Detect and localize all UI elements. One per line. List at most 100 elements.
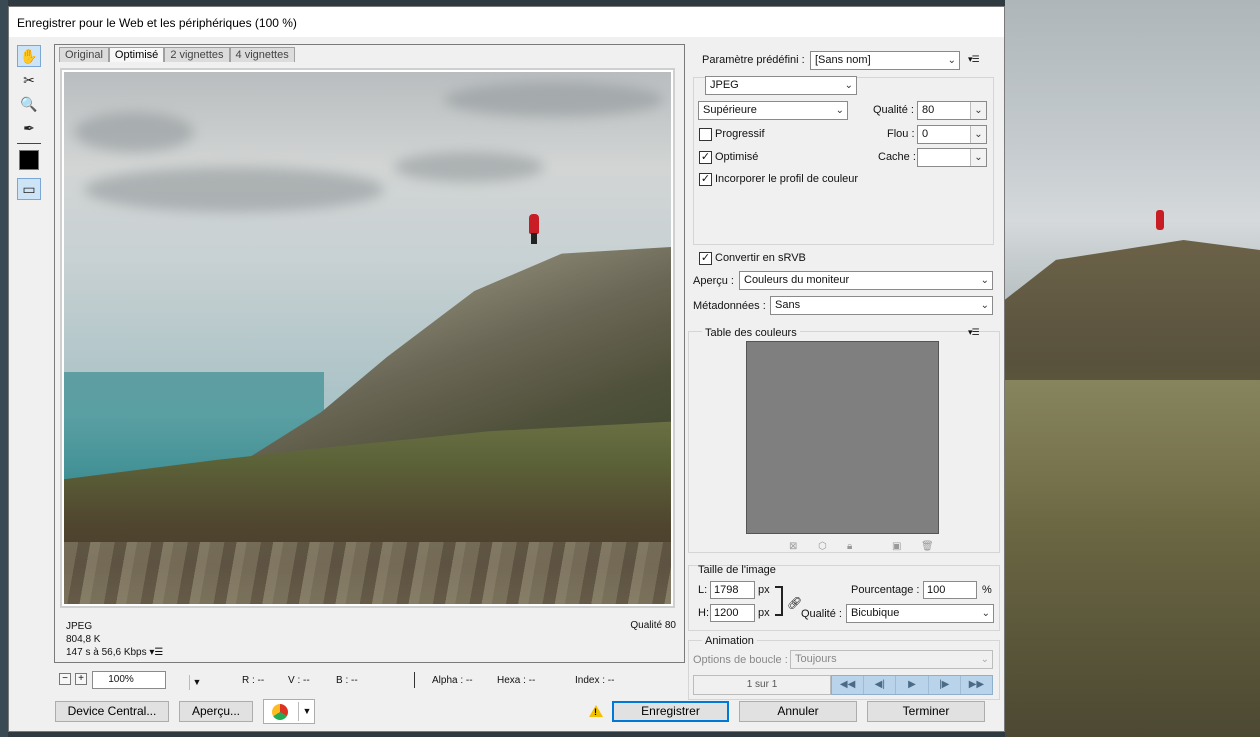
format-select[interactable]: JPEG ⌄ bbox=[705, 76, 857, 95]
width-unit: px bbox=[758, 584, 770, 596]
status-v: V : -- bbox=[288, 675, 310, 686]
status-divider bbox=[414, 672, 415, 688]
desktop-background-photo bbox=[1005, 0, 1260, 737]
optimize-menu-icon[interactable]: ▾☰ bbox=[968, 54, 980, 65]
tab-optimised[interactable]: Optimisé bbox=[108, 47, 165, 62]
animation-title: Animation bbox=[702, 635, 757, 647]
hand-tool-icon[interactable]: ✋ bbox=[17, 45, 41, 67]
chevron-down-icon: ⌄ bbox=[835, 105, 844, 116]
status-hexa: Hexa : -- bbox=[497, 675, 536, 686]
preview-label: Aperçu : bbox=[693, 275, 734, 287]
background-grass bbox=[1005, 380, 1260, 737]
done-button[interactable]: Terminer bbox=[867, 701, 985, 722]
preview-area: Original Optimisé 2 vignettes 4 vignette… bbox=[54, 44, 685, 663]
info-format: JPEG bbox=[66, 621, 93, 632]
height-input[interactable]: 1200 bbox=[710, 604, 755, 622]
percent-unit: % bbox=[982, 584, 992, 596]
quality-value: 80 bbox=[922, 104, 935, 116]
quality-label: Qualité : bbox=[873, 104, 914, 116]
chevron-down-icon: ▼ bbox=[189, 675, 204, 690]
preview-info: JPEG 804,8 K 147 s à 56,6 Kbps ▾☰ bbox=[66, 620, 163, 659]
preset-value: [Sans nom] bbox=[815, 54, 871, 66]
map-transparency-icon[interactable]: ⊠ bbox=[789, 541, 797, 552]
resample-select[interactable]: Bicubique ⌄ bbox=[846, 604, 994, 623]
loop-label: Options de boucle : bbox=[693, 654, 788, 666]
width-input[interactable]: 1798 bbox=[710, 581, 755, 599]
person-red-jacket bbox=[529, 214, 539, 234]
preview-browser-button[interactable]: Aperçu... bbox=[179, 701, 253, 722]
toolbox: ✋ ✂ 🔍 ✒ ▭ bbox=[17, 45, 43, 202]
window-title: Enregistrer pour le Web et les périphéri… bbox=[9, 7, 1004, 37]
eyedropper-tool-icon[interactable]: ✒ bbox=[17, 117, 41, 139]
tab-2-up[interactable]: 2 vignettes bbox=[164, 47, 230, 62]
statusbar: − + 100% ▼ R : -- V : -- B : -- Alpha : … bbox=[54, 669, 685, 691]
optimised-label: Optimisé bbox=[715, 151, 759, 163]
preview-value: Couleurs du moniteur bbox=[744, 274, 850, 286]
toggle-slices-icon[interactable]: ▭ bbox=[17, 178, 41, 200]
browser-select[interactable]: ▼ bbox=[263, 699, 315, 724]
height-label: H: bbox=[698, 607, 709, 619]
trash-icon[interactable]: 🗑︎ bbox=[921, 541, 934, 552]
preset-label: Paramètre prédéfini : bbox=[702, 54, 805, 66]
zoom-in-button[interactable]: + bbox=[75, 673, 87, 685]
cloud bbox=[394, 152, 544, 182]
next-frame-icon[interactable]: |▶ bbox=[929, 676, 961, 694]
cache-select[interactable]: ⌄ bbox=[917, 148, 987, 167]
animation-controls: ◀◀ ◀| ▶ |▶ ▶▶ bbox=[831, 675, 993, 695]
image-preview[interactable] bbox=[60, 68, 675, 608]
chevron-down-icon: ⌄ bbox=[844, 80, 853, 91]
blur-input[interactable]: 0 ⌄ bbox=[917, 125, 987, 144]
slice-select-tool-icon[interactable]: ✂ bbox=[17, 69, 41, 91]
download-speed-menu-icon[interactable]: ▾☰ bbox=[149, 647, 163, 658]
metadata-select[interactable]: Sans ⌄ bbox=[770, 296, 993, 315]
percent-input[interactable]: 100 bbox=[923, 581, 977, 599]
embed-profile-checkbox[interactable]: ✓ bbox=[699, 173, 712, 186]
color-table-title: Table des couleurs bbox=[702, 327, 800, 339]
save-button[interactable]: Enregistrer bbox=[612, 701, 729, 722]
device-central-button[interactable]: Device Central... bbox=[55, 701, 169, 722]
last-frame-icon[interactable]: ▶▶ bbox=[961, 676, 992, 694]
save-for-web-dialog: Enregistrer pour le Web et les périphéri… bbox=[8, 6, 1005, 732]
lock-color-icon[interactable]: 🔒︎ bbox=[847, 541, 852, 552]
progressive-checkbox[interactable] bbox=[699, 128, 712, 141]
info-time: 147 s à 56,6 Kbps ▾☰ bbox=[66, 647, 164, 658]
zoom-value: 100% bbox=[108, 674, 134, 685]
info-quality: Qualité 80 bbox=[630, 620, 676, 631]
play-icon[interactable]: ▶ bbox=[896, 676, 929, 694]
width-label: L: bbox=[698, 584, 708, 596]
chevron-down-icon: ⌄ bbox=[981, 608, 990, 619]
quality-input[interactable]: 80 ⌄ bbox=[917, 101, 987, 120]
preview-select[interactable]: Couleurs du moniteur ⌄ bbox=[739, 271, 993, 290]
tool-divider bbox=[17, 143, 41, 144]
link-icon[interactable]: 🔗︎ bbox=[787, 596, 802, 610]
status-index: Index : -- bbox=[575, 675, 615, 686]
preset-select[interactable]: [Sans nom] ⌄ bbox=[810, 51, 960, 70]
cloud bbox=[74, 112, 194, 152]
zoom-out-button[interactable]: − bbox=[59, 673, 71, 685]
first-frame-icon[interactable]: ◀◀ bbox=[832, 676, 865, 694]
chevron-down-icon: ⌄ bbox=[947, 55, 956, 66]
chevron-down-icon: ▼ bbox=[298, 702, 315, 721]
tab-original[interactable]: Original bbox=[59, 47, 109, 62]
landscape-photo[interactable] bbox=[64, 72, 671, 604]
tab-4-up[interactable]: 4 vignettes bbox=[229, 47, 295, 62]
eyedropper-color-swatch[interactable] bbox=[19, 150, 39, 170]
background-person bbox=[1156, 210, 1164, 230]
optimised-checkbox[interactable]: ✓ bbox=[699, 151, 712, 164]
prev-frame-icon[interactable]: ◀| bbox=[864, 676, 897, 694]
zoom-select[interactable]: 100% ▼ bbox=[92, 671, 201, 690]
cancel-button[interactable]: Annuler bbox=[739, 701, 857, 722]
embed-profile-label: Incorporer le profil de couleur bbox=[715, 173, 859, 185]
new-color-icon[interactable]: ▣ bbox=[892, 541, 901, 552]
chevron-down-icon: ⌄ bbox=[980, 654, 989, 665]
status-r: R : -- bbox=[242, 675, 265, 686]
color-table-menu-icon[interactable]: ▾☰ bbox=[968, 327, 980, 338]
convert-srgb-checkbox[interactable]: ✓ bbox=[699, 252, 712, 265]
loop-select[interactable]: Toujours ⌄ bbox=[790, 650, 993, 669]
metadata-label: Métadonnées : bbox=[693, 300, 766, 312]
zoom-tool-icon[interactable]: 🔍 bbox=[17, 93, 41, 115]
quality-level-select[interactable]: Supérieure ⌄ bbox=[698, 101, 848, 120]
color-table-swatches[interactable] bbox=[746, 341, 939, 534]
resample-label: Qualité : bbox=[801, 608, 842, 620]
web-shift-icon[interactable]: ⬡ bbox=[818, 541, 827, 552]
